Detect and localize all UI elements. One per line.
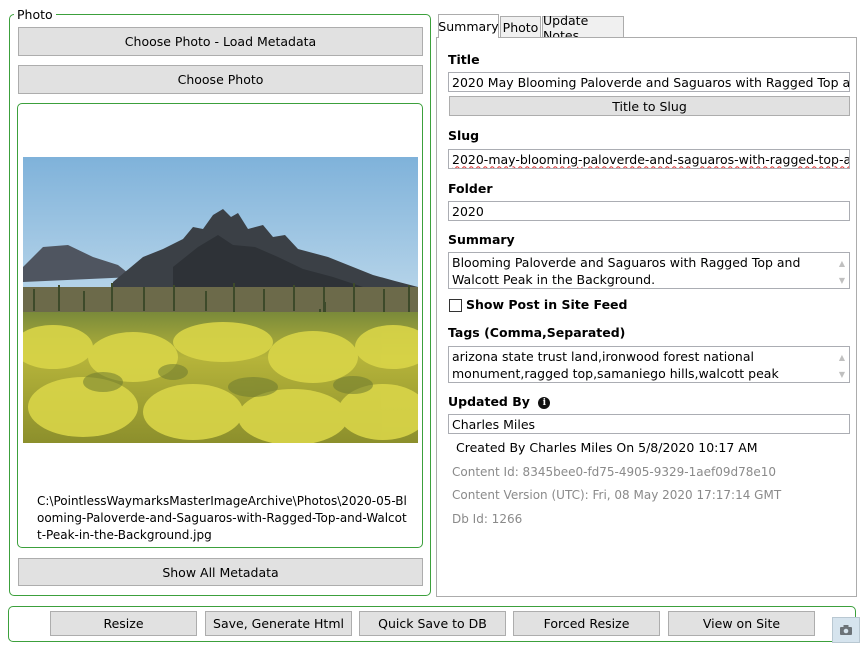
show-all-metadata-button[interactable]: Show All Metadata <box>18 558 423 586</box>
updated-by-label: Updated By i <box>448 394 551 409</box>
slug-input[interactable]: 2020-may-blooming-paloverde-and-saguaros… <box>448 149 850 169</box>
db-id-text: Db Id: 1266 <box>452 512 523 526</box>
quick-save-to-db-button[interactable]: Quick Save to DB <box>359 611 506 636</box>
info-icon[interactable]: i <box>538 396 551 409</box>
tab-update-notes[interactable]: Update Notes <box>542 13 624 43</box>
title-label: Title <box>448 52 480 67</box>
photo-group-legend: Photo <box>14 7 56 23</box>
updated-by-input[interactable]: Charles Miles <box>448 414 850 434</box>
updated-by-label-text: Updated By <box>448 394 530 409</box>
tags-scrollbar[interactable]: ▲ ▼ <box>835 347 849 382</box>
show-in-feed-checkbox[interactable] <box>449 299 462 312</box>
photo-file-path: C:\PointlessWaymarksMasterImageArchive\P… <box>37 494 407 542</box>
summary-scrollbar[interactable]: ▲ ▼ <box>835 253 849 288</box>
summary-textarea-text: Blooming Paloverde and Saguaros with Rag… <box>452 255 801 287</box>
photo-preview-image <box>23 157 418 443</box>
title-to-slug-button[interactable]: Title to Slug <box>449 96 850 116</box>
tab-summary[interactable]: Summary <box>438 14 499 38</box>
tags-textarea-text: arizona state trust land,ironwood forest… <box>452 349 779 381</box>
summary-label: Summary <box>448 232 515 247</box>
folder-input[interactable]: 2020 <box>448 201 850 221</box>
choose-photo-button[interactable]: Choose Photo <box>18 65 423 94</box>
camera-icon[interactable] <box>832 617 860 643</box>
folder-label: Folder <box>448 181 493 196</box>
created-by-text: Created By Charles Miles On 5/8/2020 10:… <box>456 440 758 455</box>
summary-textarea[interactable]: Blooming Paloverde and Saguaros with Rag… <box>448 252 850 289</box>
tab-photo[interactable]: Photo <box>500 16 541 38</box>
slug-label: Slug <box>448 128 480 143</box>
content-version-text: Content Version (UTC): Fri, 08 May 2020 … <box>452 488 782 502</box>
forced-resize-button[interactable]: Forced Resize <box>513 611 660 636</box>
show-in-feed-label: Show Post in Site Feed <box>466 297 628 312</box>
tags-textarea[interactable]: arizona state trust land,ironwood forest… <box>448 346 850 383</box>
save-generate-html-button[interactable]: Save, Generate Html <box>205 611 352 636</box>
slug-input-text: 2020-may-blooming-paloverde-and-saguaros… <box>452 151 849 167</box>
content-id-text: Content Id: 8345bee0-fd75-4905-9329-1aef… <box>452 465 777 479</box>
choose-photo-load-metadata-button[interactable]: Choose Photo - Load Metadata <box>18 27 423 56</box>
tags-label: Tags (Comma,Separated) <box>448 325 626 340</box>
title-input[interactable]: 2020 May Blooming Paloverde and Saguaros… <box>448 72 850 92</box>
resize-button[interactable]: Resize <box>50 611 197 636</box>
view-on-site-button[interactable]: View on Site <box>668 611 815 636</box>
